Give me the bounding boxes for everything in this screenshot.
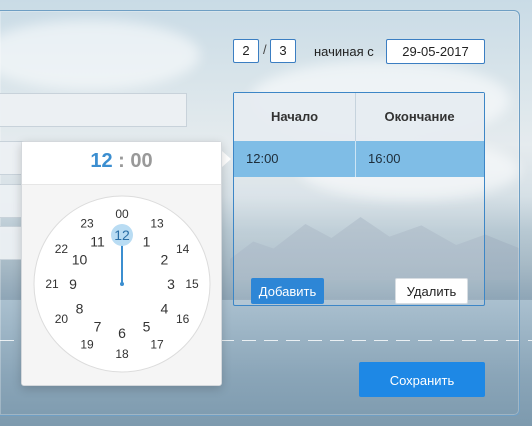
table-row[interactable]: 12:00 16:00: [234, 141, 484, 177]
clock-hour-17[interactable]: 17: [150, 338, 164, 352]
start-date-label: начиная с: [314, 44, 374, 59]
clock-hour-19[interactable]: 19: [80, 338, 94, 352]
delete-button[interactable]: Удалить: [395, 278, 468, 304]
clock-hour-16[interactable]: 16: [176, 312, 190, 326]
save-button[interactable]: Сохранить: [359, 362, 485, 397]
clock-hour-10[interactable]: 10: [72, 252, 88, 268]
clock-hour-21[interactable]: 21: [45, 277, 59, 291]
cell-end-time: 16:00: [368, 151, 401, 166]
clock-header: 12 : 00: [22, 142, 221, 185]
clock-hour-3[interactable]: 3: [167, 276, 175, 292]
clock-hour-20[interactable]: 20: [55, 312, 69, 326]
page-current[interactable]: 2: [233, 39, 259, 63]
clock-hour-00[interactable]: 00: [115, 207, 129, 221]
clock-hour-2[interactable]: 2: [161, 252, 169, 268]
schedule-panel: Начало Окончание 12:00 16:00 Добавить Уд…: [233, 92, 485, 306]
form-field-1[interactable]: [0, 93, 187, 127]
clock-hour-23[interactable]: 23: [80, 216, 94, 230]
clock-hour-12[interactable]: 12: [114, 227, 130, 243]
clock-hour-18[interactable]: 18: [115, 347, 129, 361]
time-separator: :: [118, 150, 125, 172]
clock-hour-13[interactable]: 13: [150, 216, 164, 230]
minutes-display[interactable]: 00: [130, 150, 152, 172]
cell-start-time: 12:00: [246, 151, 279, 166]
time-display: 12 : 00: [22, 150, 221, 173]
clock-hour-14[interactable]: 14: [176, 242, 190, 256]
clock-hour-4[interactable]: 4: [161, 301, 169, 317]
column-header-start[interactable]: Начало: [234, 93, 356, 141]
clock-hour-8[interactable]: 8: [76, 301, 84, 317]
table-header: Начало Окончание: [234, 93, 484, 142]
clock-hour-9[interactable]: 9: [69, 276, 77, 292]
clock-hour-15[interactable]: 15: [185, 277, 199, 291]
clock-hour-22[interactable]: 22: [55, 242, 69, 256]
clock-hour-7[interactable]: 7: [94, 318, 102, 334]
clock-hour-5[interactable]: 5: [143, 318, 151, 334]
column-header-end[interactable]: Окончание: [355, 93, 484, 141]
hours-display[interactable]: 12: [90, 150, 112, 172]
clock-hour-11[interactable]: 11: [90, 234, 105, 250]
page-separator: /: [263, 42, 267, 57]
clock-dial[interactable]: 00131415161718192021222312 1234567891011: [33, 195, 211, 373]
clock-hour-6[interactable]: 6: [118, 325, 126, 341]
add-button[interactable]: Добавить: [251, 278, 324, 304]
popover-arrow: [222, 151, 231, 167]
clock-hour-1[interactable]: 1: [143, 234, 151, 250]
clock-center: [120, 282, 124, 286]
page-total[interactable]: 3: [270, 39, 296, 63]
start-date-input[interactable]: [386, 39, 485, 64]
